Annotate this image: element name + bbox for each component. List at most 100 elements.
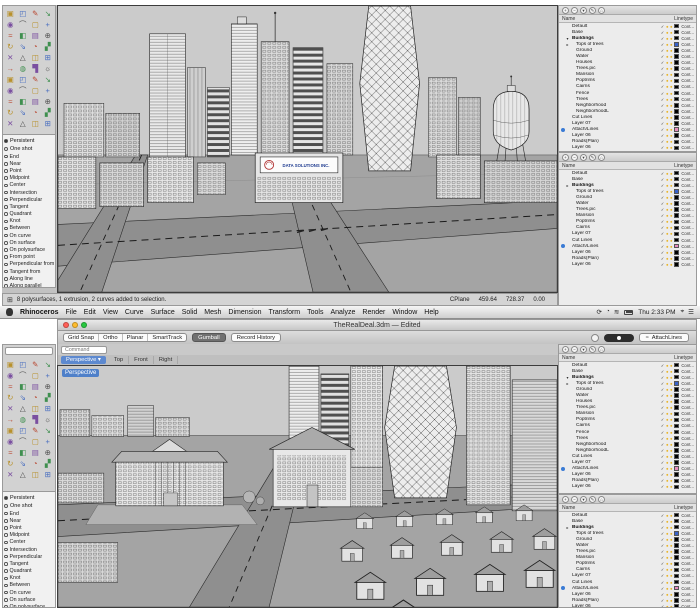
layer-color-swatch[interactable] [674,424,679,429]
layer-linetype[interactable]: Cont... [680,139,694,144]
layer-linetype[interactable]: Cont... [680,399,694,404]
osnap-item-on-surface[interactable]: On surface [4,239,54,246]
check-icon[interactable]: ✓ [661,436,665,441]
osnap-item-center[interactable]: Center [4,182,54,189]
check-icon[interactable]: ✓ [661,171,665,176]
menu-edit[interactable]: Edit [84,309,96,316]
visibility-bulb-icon[interactable]: ● [666,531,669,536]
menu-surface[interactable]: Surface [151,309,175,316]
render-bulb-icon[interactable]: ● [670,256,673,261]
osnap-item-perpendicular[interactable]: Perpendicular [4,553,54,560]
menubar-status-icon[interactable]: ◔ [606,308,610,316]
check-icon[interactable]: ✓ [661,586,665,591]
visibility-bulb-icon[interactable]: ● [666,586,669,591]
layer-row-ground[interactable]: Ground✓●●Cont... [559,194,696,200]
render-bulb-icon[interactable]: ● [670,60,673,65]
linetype-column-header[interactable]: Linetype [674,163,693,169]
layer-row-cairns[interactable]: Cairns✓●●Cont... [559,225,696,231]
render-bulb-icon[interactable]: ● [670,519,673,524]
visibility-bulb-icon[interactable]: ● [666,519,669,524]
layer-color-swatch[interactable] [674,54,679,59]
layer-color-swatch[interactable] [674,256,679,261]
layers-toolbar-icon[interactable]: + [562,7,569,14]
check-icon[interactable]: ✓ [661,183,665,188]
layers-toolbar-icon[interactable]: − [571,346,578,353]
check-icon[interactable]: ✓ [661,201,665,206]
layer-color-swatch[interactable] [674,226,679,231]
layer-row-mansion[interactable]: Mansion✓●●Cont... [559,213,696,219]
layer-color-swatch[interactable] [674,580,679,585]
layer-row-ground[interactable]: Ground✓●●Cont... [559,47,696,53]
attachlines-button[interactable]: ≈ AttachLines [639,333,689,342]
layer-row-default[interactable]: Default✓●●Cont... [559,170,696,176]
visibility-bulb-icon[interactable]: ● [666,375,669,380]
visibility-bulb-icon[interactable]: ● [666,399,669,404]
visibility-bulb-icon[interactable]: ● [666,207,669,212]
layer-linetype[interactable]: Cont... [680,244,694,249]
tool-icon[interactable]: ▢ [29,19,42,30]
menu-window[interactable]: Window [392,309,417,316]
visibility-bulb-icon[interactable]: ● [666,525,669,530]
check-icon[interactable]: ✓ [661,387,665,392]
layer-color-swatch[interactable] [674,171,679,176]
layer-color-swatch[interactable] [674,36,679,41]
render-bulb-icon[interactable]: ● [670,543,673,548]
menubar-status-icon[interactable]: ⟳ [596,308,601,316]
render-bulb-icon[interactable]: ● [670,97,673,102]
layer-linetype[interactable]: Cont... [680,189,694,194]
layer-linetype[interactable]: Cont... [680,201,694,206]
grid-icon[interactable]: ⊞ [7,296,13,304]
check-icon[interactable]: ✓ [661,448,665,453]
check-icon[interactable]: ✓ [661,109,665,114]
check-icon[interactable]: ✓ [661,133,665,138]
layer-linetype[interactable]: Cont... [680,580,694,585]
layer-linetype[interactable]: Cont... [680,411,694,416]
visibility-bulb-icon[interactable]: ● [666,256,669,261]
layer-linetype[interactable]: Cont... [680,177,694,182]
check-icon[interactable]: ✓ [661,598,665,603]
layer-color-swatch[interactable] [674,472,679,477]
layer-row-buildings[interactable]: ▾Buildings✓●●Cont... [559,35,696,41]
tool-icon[interactable]: ◍ [17,63,30,74]
layer-row-roads-plan-[interactable]: Roads(Plan)✓●●Cont... [559,255,696,261]
render-bulb-icon[interactable]: ● [670,115,673,120]
render-bulb-icon[interactable]: ● [670,405,673,410]
layer-row-layer-06[interactable]: Layer 06✓●●Cont... [559,249,696,255]
check-icon[interactable]: ✓ [661,256,665,261]
layer-linetype[interactable]: Cont... [680,238,694,243]
viewport-perspective[interactable]: Perspective [57,365,558,608]
render-bulb-icon[interactable]: ● [670,84,673,89]
tool-icon[interactable]: ◧ [17,447,30,458]
osnap-item-quadrant[interactable]: Quadrant [4,211,54,218]
render-bulb-icon[interactable]: ● [670,183,673,188]
layer-row-layer-07[interactable]: Layer 07✓●●Cont... [559,231,696,237]
layer-color-swatch[interactable] [674,127,679,132]
layer-color-swatch[interactable] [674,369,679,374]
render-bulb-icon[interactable]: ● [670,472,673,477]
check-icon[interactable]: ✓ [661,36,665,41]
check-icon[interactable]: ✓ [661,393,665,398]
layer-row-cut-lines[interactable]: Cut Lines✓●●Cont... [559,237,696,243]
visibility-bulb-icon[interactable]: ● [666,604,669,608]
layer-linetype[interactable]: Cont... [680,54,694,59]
osnap-item-along-line[interactable]: Along line [4,275,54,282]
osnap-item-center[interactable]: Center [4,539,54,546]
layer-linetype[interactable]: Cont... [680,567,694,572]
layer-linetype[interactable]: Cont... [680,213,694,218]
tool-icon[interactable]: ↻ [4,458,17,469]
check-icon[interactable]: ✓ [661,103,665,108]
expander-icon[interactable]: ▸ [567,381,571,386]
layers-toolbar-icon[interactable]: + [562,346,569,353]
osnap-mode-one-shot[interactable]: One shot [4,502,54,510]
tool-icon[interactable]: ▤ [29,96,42,107]
layer-row-neighborhood[interactable]: Neighborhood✓●●Cont... [559,441,696,447]
tool-icon[interactable]: ⊕ [42,381,55,392]
layer-color-swatch[interactable] [674,109,679,114]
name-column-header[interactable]: Name [562,355,575,361]
tool-icon[interactable]: ▣ [4,74,17,85]
osnap-item-near[interactable]: Near [4,517,54,524]
layer-row-cairns[interactable]: Cairns✓●●Cont... [559,567,696,573]
layer-color-swatch[interactable] [674,381,679,386]
layer-color-swatch[interactable] [674,592,679,597]
visibility-bulb-icon[interactable]: ● [666,72,669,77]
